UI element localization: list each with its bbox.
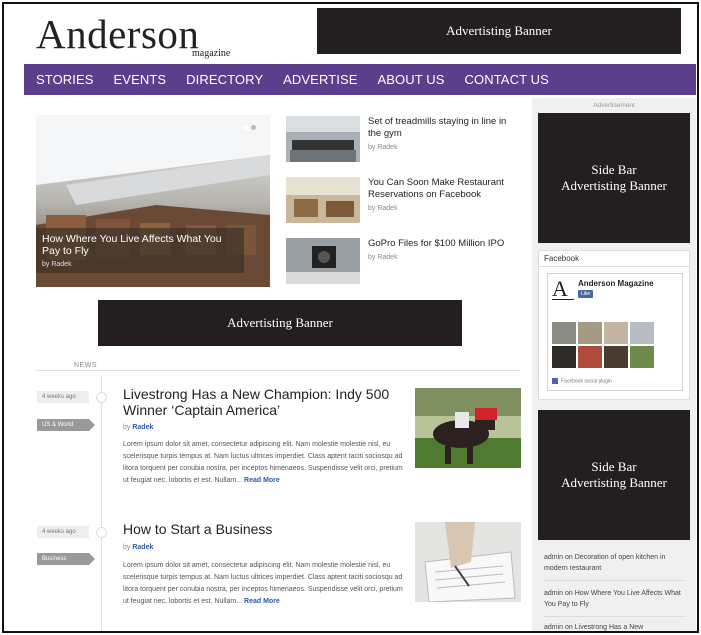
story-title[interactable]: You Can Soon Make Restaurant Reservation… (368, 177, 518, 201)
story-thumbnail[interactable] (286, 116, 360, 162)
facebook-like-box: A Anderson Magazine Like Facebook social… (547, 273, 683, 391)
hero-caption: How Where You Live Affects What You Pay … (36, 228, 244, 273)
page-logo: A (552, 278, 574, 300)
side-story[interactable]: GoPro Files for $100 Million IPO by Rade… (286, 238, 516, 288)
article-excerpt: Lorem ipsum dolor sit amet, consectetur … (123, 560, 405, 608)
facebook-footer-text: Facebook social plugin (561, 378, 612, 384)
nav-about-us[interactable]: ABOUT US (378, 72, 445, 87)
timeline-dot (96, 392, 107, 403)
timeline-dot (96, 527, 107, 538)
nav-events[interactable]: EVENTS (114, 72, 167, 87)
facebook-plugin-footer: Facebook social plugin (552, 377, 612, 384)
hero-slide[interactable]: How Where You Live Affects What You Pay … (36, 115, 270, 287)
read-more-link[interactable]: Read More (244, 598, 280, 605)
nav-directory[interactable]: DIRECTORY (186, 72, 263, 87)
category-tag[interactable]: US & World (37, 419, 95, 431)
story-title[interactable]: Set of treadmills staying in line in the… (368, 116, 518, 140)
news-divider (36, 370, 520, 371)
story-title[interactable]: GoPro Files for $100 Million IPO (368, 238, 518, 250)
facebook-widget: Facebook A Anderson Magazine Like Facebo… (538, 250, 690, 400)
site-logo[interactable]: Anderson magazine (36, 11, 230, 59)
sidebar-ad-banner-1[interactable]: Side Bar Advertisting Banner (538, 113, 690, 243)
fan-avatar[interactable] (630, 322, 654, 344)
article-byline: by Radek (123, 424, 153, 431)
fan-avatar[interactable] (578, 346, 602, 368)
slider-dots (243, 125, 256, 130)
nav-contact-us[interactable]: CONTACT US (465, 72, 549, 87)
side-story[interactable]: You Can Soon Make Restaurant Reservation… (286, 177, 516, 227)
recent-comment[interactable]: admin on Livestrong Has a New (544, 622, 686, 631)
slider-dot[interactable] (251, 125, 256, 130)
nav-advertise[interactable]: ADVERTISE (283, 72, 357, 87)
fan-avatars (552, 322, 654, 368)
logo-wordmark: Anderson (36, 11, 200, 57)
nav-stories[interactable]: STORIES (36, 72, 94, 87)
by-prefix: by (123, 544, 131, 551)
fan-avatar[interactable] (552, 346, 576, 368)
fan-avatar[interactable] (604, 322, 628, 344)
article-age: 4 weeks ago (37, 526, 89, 538)
sidebar-ad-banner-2[interactable]: Side Bar Advertisting Banner (538, 410, 690, 540)
article-age: 4 weeks ago (37, 391, 89, 403)
story-thumbnail[interactable] (286, 177, 360, 223)
side-story[interactable]: Set of treadmills staying in line in the… (286, 116, 516, 166)
news-section-label: NEWS (66, 362, 105, 369)
facebook-icon (552, 377, 558, 384)
story-byline: by Radek (368, 205, 398, 212)
story-byline: by Radek (368, 254, 398, 261)
story-thumbnail[interactable] (286, 238, 360, 284)
hero-title[interactable]: How Where You Live Affects What You Pay … (42, 233, 238, 257)
author-link[interactable]: Radek (132, 424, 153, 431)
article-image[interactable] (415, 388, 521, 468)
story-byline: by Radek (368, 144, 398, 151)
comment-divider (544, 580, 686, 581)
hero-byline: by Radek (42, 261, 72, 268)
article-byline: by Radek (123, 544, 153, 551)
article-image[interactable] (415, 522, 521, 602)
by-prefix: by (123, 424, 131, 431)
author-link[interactable]: Radek (132, 544, 153, 551)
comment-divider (544, 616, 686, 617)
top-ad-banner[interactable]: Advertisting Banner (317, 8, 681, 54)
read-more-link[interactable]: Read More (244, 477, 280, 484)
slider-dot-active[interactable] (243, 125, 248, 130)
facebook-like-button[interactable]: Like (578, 290, 594, 298)
category-tag[interactable]: Business (37, 553, 95, 565)
recent-comment[interactable]: admin on How Where You Live Affects What… (544, 588, 686, 610)
facebook-page-name[interactable]: Anderson Magazine (578, 279, 654, 288)
fan-avatar[interactable] (604, 346, 628, 368)
mid-ad-banner[interactable]: Advertisting Banner (98, 300, 462, 346)
page-frame: Anderson magazine Advertisting Banner ST… (2, 2, 699, 633)
article-title[interactable]: How to Start a Business (123, 521, 393, 537)
advertisement-label: Advertisement (593, 102, 635, 109)
article-title[interactable]: Livestrong Has a New Champion: Indy 500 … (123, 386, 393, 418)
facebook-heading: Facebook (539, 251, 689, 267)
recent-comment[interactable]: admin on Decoration of open kitchen in m… (544, 552, 686, 574)
article-excerpt: Lorem ipsum dolor sit amet, consectetur … (123, 439, 405, 487)
timeline-line (101, 376, 102, 631)
logo-subtitle: magazine (192, 48, 231, 59)
fan-avatar[interactable] (552, 322, 576, 344)
main-nav: STORIES EVENTS DIRECTORY ADVERTISE ABOUT… (24, 64, 696, 95)
fan-avatar[interactable] (630, 346, 654, 368)
fan-avatar[interactable] (578, 322, 602, 344)
